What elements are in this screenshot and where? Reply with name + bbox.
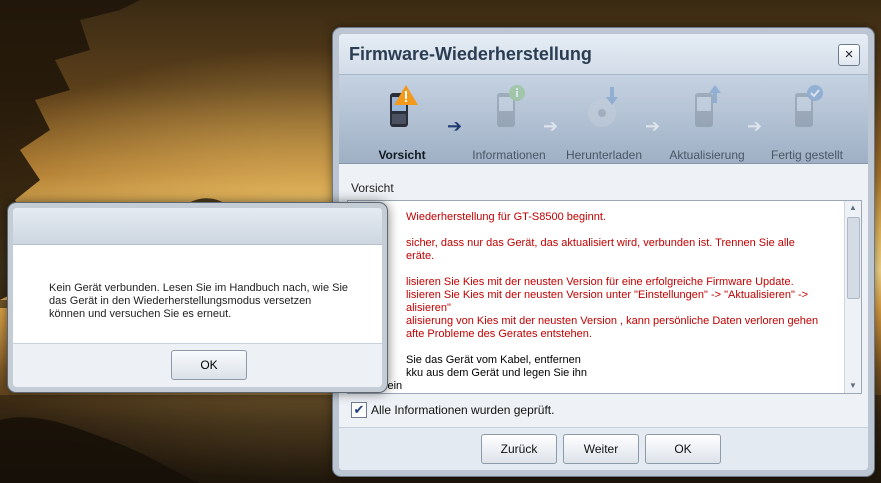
phone-check-icon <box>795 85 823 127</box>
info-line: eräte. <box>406 250 435 262</box>
info-line: sicher, dass nur das Gerät, das aktualis… <box>406 237 795 249</box>
alert-message: Kein Gerät verbunden. Lesen Sie im Handb… <box>49 282 349 320</box>
dialog-title-bar: Firmware-Wiederherstellung × <box>339 34 868 75</box>
ok-button[interactable]: OK <box>645 434 721 464</box>
scrollbar-thumb[interactable] <box>847 217 860 299</box>
info-line: lisieren Sie Kies mit der neusten Versio… <box>406 276 794 288</box>
info-line: alisierung von Kies mit der neusten Vers… <box>406 315 819 327</box>
step-label: Herunterladen <box>565 148 643 162</box>
phone-update-icon <box>695 85 721 127</box>
firmware-recovery-dialog: Firmware-Wiederherstellung × Vorsicht ➔ <box>333 28 874 476</box>
info-text: Wiederherstellung für GT-S8500 beginnt. … <box>352 211 841 393</box>
step-herunterladen: Herunterladen <box>554 75 654 163</box>
wizard-steps: Vorsicht ➔ Informationen ➔ Herunterladen… <box>339 75 868 164</box>
step-label: Fertig gestellt <box>770 148 844 162</box>
checkmark-icon: ✔ <box>353 402 365 417</box>
alert-title-bar <box>13 208 382 245</box>
dialog-footer: Zurück Weiter OK <box>339 427 868 470</box>
dialog-body: Firmware-Wiederherstellung × Vorsicht ➔ <box>339 34 868 470</box>
info-line: wieder ein <box>352 380 403 392</box>
step-label: Aktualisierung <box>669 148 745 162</box>
info-line: Sie das Gerät vom Kabel, entfernen <box>406 354 581 366</box>
dialog-title: Firmware-Wiederherstellung <box>349 44 592 64</box>
info-line: lisieren Sie Kies mit der neusten Versio… <box>406 289 809 301</box>
scroll-up-icon[interactable]: ▲ <box>845 201 861 215</box>
confirm-checkbox-label: Alle Informationen wurden geprüft. <box>371 403 555 417</box>
phone-warning-icon <box>390 85 418 127</box>
info-text-area[interactable]: Wiederherstellung für GT-S8500 beginnt. … <box>347 200 862 394</box>
info-line: afte Probleme des Gerates entstehen. <box>406 328 592 340</box>
info-line: alisieren" <box>406 302 451 314</box>
phone-info-icon <box>497 85 525 127</box>
step-label: Informationen <box>472 148 546 162</box>
close-button[interactable]: × <box>838 44 860 66</box>
confirm-checkbox[interactable]: ✔ <box>351 402 367 418</box>
section-label: Vorsicht <box>351 181 394 195</box>
info-line: Wiederherstellung für GT-S8500 beginnt. <box>406 211 606 223</box>
scrollbar[interactable]: ▲ ▼ <box>844 201 861 393</box>
step-aktualisierung: Aktualisierung <box>657 75 757 163</box>
step-label: Vorsicht <box>378 148 426 162</box>
alert-ok-button[interactable]: OK <box>171 350 247 380</box>
step-fertig: Fertig gestellt <box>757 75 857 163</box>
back-button[interactable]: Zurück <box>481 434 557 464</box>
info-line: kku aus dem Gerät und legen Sie ihn <box>406 367 588 379</box>
alert-footer: OK <box>13 343 382 387</box>
next-button[interactable]: Weiter <box>563 434 639 464</box>
step-vorsicht: Vorsicht <box>352 75 452 163</box>
disc-download-icon <box>588 87 618 127</box>
alert-body: Kein Gerät verbunden. Lesen Sie im Handb… <box>13 208 382 387</box>
no-device-alert: Kein Gerät verbunden. Lesen Sie im Handb… <box>8 203 387 392</box>
close-icon: × <box>844 46 854 63</box>
scroll-down-icon[interactable]: ▼ <box>845 379 861 393</box>
